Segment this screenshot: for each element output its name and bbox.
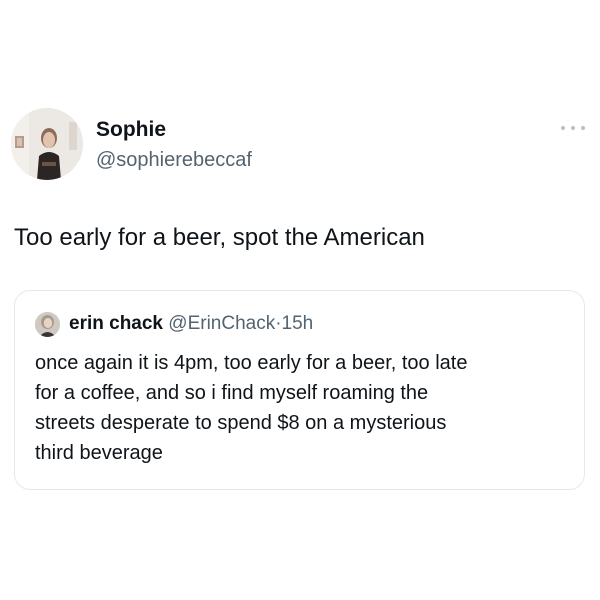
quoted-tweet-header: erin chack @ErinChack·15h [69,311,313,337]
quoted-tweet-line: streets desperate to spend $8 on a myste… [35,412,447,434]
author-name[interactable]: Sophie [96,117,166,143]
quoted-tweet-line: third beverage [35,442,163,464]
quoted-tweet-text: once again it is 4pm, too early for a be… [35,348,575,468]
quoted-tweet-timestamp[interactable]: 15h [282,313,314,334]
more-horizontal-icon[interactable] [561,122,585,134]
profile-photo-icon [11,108,83,180]
author-handle[interactable]: @sophierebeccaf [96,147,252,173]
quoted-tweet-line: for a coffee, and so i find myself roami… [35,382,429,404]
quoted-author-avatar[interactable] [35,312,60,337]
quoted-tweet-line: once again it is 4pm, too early for a be… [35,352,468,374]
tweet: Sophie @sophierebeccaf Too early for a b… [0,0,600,600]
more-dot [561,126,565,130]
quoted-author-name[interactable]: erin chack [69,313,163,334]
more-dot [571,126,575,130]
profile-photo-icon [35,312,60,337]
more-dot [581,126,585,130]
tweet-text: Too early for a beer, spot the American [14,224,425,251]
author-avatar[interactable] [11,108,83,180]
quoted-author-handle[interactable]: @ErinChack [168,313,275,334]
quoted-tweet-card[interactable]: erin chack @ErinChack·15h once again it … [14,290,585,490]
